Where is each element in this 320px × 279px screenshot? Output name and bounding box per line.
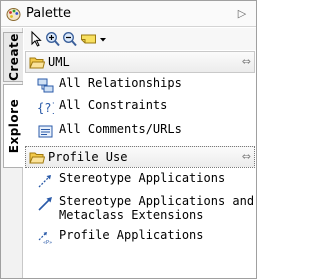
drawer-profile-use-label: Profile Use [48, 150, 128, 164]
tab-create-label: Create [6, 33, 21, 81]
palette-title: Palette [26, 6, 72, 21]
stereotype-extension-icon [38, 197, 52, 211]
palette-item-label: All Constraints [59, 98, 168, 112]
select-arrow-icon[interactable] [28, 30, 44, 48]
zoom-in-icon[interactable] [45, 30, 61, 48]
palette-item-label: Stereotype Applications [59, 171, 226, 185]
palette-item-label: Stereotype Applications and [59, 194, 255, 208]
svg-text:«P»: «P» [43, 240, 52, 246]
constraints-icon: {?} [37, 101, 54, 115]
palette-item-label: All Relationships [59, 76, 182, 90]
palette-content: UML ⇔ All Relationships {?} All Constrai… [24, 28, 256, 278]
folder-open-icon [29, 57, 45, 69]
stereotype-application-icon [38, 174, 52, 188]
drawer-uml-label: UML [48, 55, 70, 69]
palette-icon [6, 8, 21, 21]
relationships-icon [37, 78, 54, 93]
svg-text:{?}: {?} [37, 101, 54, 115]
palette-side-tabs: Create Explore [1, 28, 23, 278]
dropdown-arrow-icon[interactable] [98, 30, 108, 48]
folder-open-icon [29, 152, 45, 164]
tab-explore-label: Explore [6, 98, 21, 154]
pin-icon[interactable]: ⇔ [242, 150, 251, 163]
collapse-palette-button[interactable]: ▷ [236, 7, 248, 21]
palette-item-label: All Comments/URLs [59, 122, 182, 136]
palette-toolbar [24, 28, 256, 50]
note-icon[interactable] [80, 30, 97, 48]
pin-icon[interactable]: ⇔ [242, 55, 251, 68]
palette-item-label-line2: Metaclass Extensions [59, 208, 204, 222]
comments-icon [38, 125, 53, 138]
drawer-uml[interactable]: UML ⇔ [25, 51, 255, 73]
palette-item-label: Profile Applications [59, 228, 204, 242]
palette-titlebar: Palette ▷ [1, 1, 256, 27]
zoom-out-icon[interactable] [62, 30, 78, 48]
profile-application-icon: «P» [38, 232, 52, 246]
tab-create[interactable]: Create [3, 32, 23, 82]
drawer-profile-use[interactable]: Profile Use ⇔ [25, 146, 255, 168]
tab-explore[interactable]: Explore [3, 84, 23, 168]
